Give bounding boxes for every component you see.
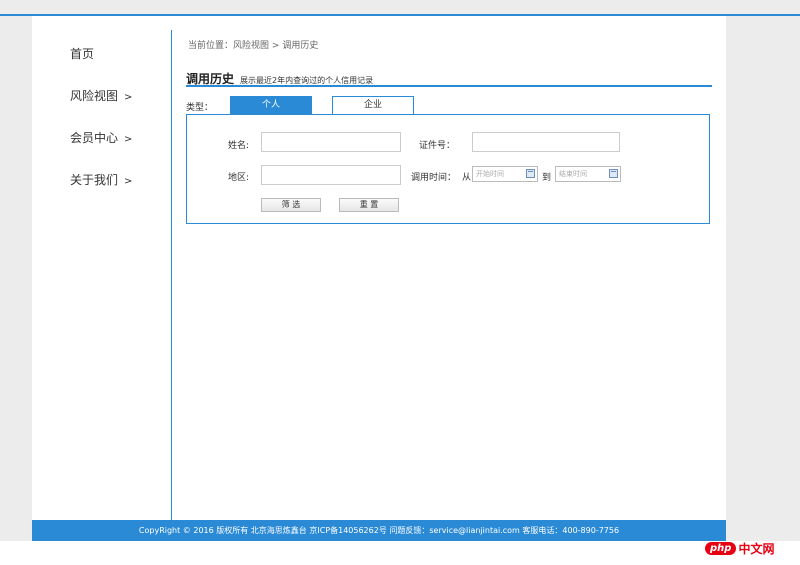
sidebar-item-label: 风险视图 <box>70 89 119 103</box>
sidebar-item-label: 首页 <box>70 47 95 61</box>
bottom-margin <box>0 541 800 565</box>
sidebar-divider <box>171 30 172 520</box>
id-number-label: 证件号： <box>419 141 456 151</box>
chevron-right-icon: > <box>124 92 133 103</box>
sidebar-item-home[interactable]: 首页 <box>70 45 94 62</box>
type-label: 类型： <box>186 103 214 113</box>
sidebar: 首页 风险视图 > 会员中心 > 关于我们 > <box>32 16 172 520</box>
sidebar-item-about-us[interactable]: 关于我们 > <box>70 171 132 188</box>
tab-personal[interactable]: 个人 <box>230 96 312 114</box>
chevron-right-icon: > <box>124 134 133 145</box>
breadcrumb-current: 调用历史 <box>282 41 319 51</box>
breadcrumb-separator: > <box>271 41 280 51</box>
sidebar-item-risk-view[interactable]: 风险视图 > <box>70 87 132 104</box>
footer: CopyRight © 2016 版权所有 北京海思炼鑫台 京ICP备14056… <box>32 520 726 541</box>
watermark-oval: php <box>705 542 737 555</box>
top-bar <box>0 0 800 14</box>
to-label: 到 <box>542 173 552 183</box>
sidebar-item-label: 会员中心 <box>70 131 119 145</box>
name-input[interactable] <box>261 132 401 152</box>
end-date-input[interactable]: 结束时间 <box>555 166 621 182</box>
call-time-label: 调用时间： <box>411 173 457 183</box>
filter-form: 姓名: 证件号： 地区: 调用时间： 从 开始时间 到 结束时间 筛 选 重 置 <box>186 114 710 224</box>
breadcrumb-prefix: 当前位置： <box>188 41 234 51</box>
sidebar-item-member-center[interactable]: 会员中心 > <box>70 129 132 146</box>
calendar-icon[interactable] <box>609 169 618 178</box>
watermark-text: 中文网 <box>738 542 775 556</box>
region-input[interactable] <box>261 165 401 185</box>
from-label: 从 <box>462 173 472 183</box>
end-date-placeholder: 结束时间 <box>559 170 587 178</box>
right-margin <box>726 16 800 565</box>
start-date-input[interactable]: 开始时间 <box>472 166 538 182</box>
breadcrumb: 当前位置：风险视图 > 调用历史 <box>188 38 318 51</box>
tab-enterprise[interactable]: 企业 <box>332 96 414 114</box>
name-label: 姓名: <box>228 141 250 151</box>
page-subtitle: 展示最近2年内查询过的个人信用记录 <box>240 76 374 85</box>
start-date-placeholder: 开始时间 <box>476 170 504 178</box>
sidebar-item-label: 关于我们 <box>70 173 119 187</box>
title-underline <box>186 85 712 87</box>
watermark-logo: php 中文网 <box>705 538 774 557</box>
filter-button[interactable]: 筛 选 <box>261 198 321 212</box>
region-label: 地区: <box>228 173 250 183</box>
breadcrumb-parent[interactable]: 风险视图 <box>233 41 269 51</box>
calendar-icon[interactable] <box>526 169 535 178</box>
chevron-right-icon: > <box>124 176 133 187</box>
page-container: 首页 风险视图 > 会员中心 > 关于我们 > 当前位置：风险视图 > 调用历史 调用… <box>32 16 726 520</box>
reset-button[interactable]: 重 置 <box>339 198 399 212</box>
page-title: 调用历史 <box>186 72 235 86</box>
id-number-input[interactable] <box>472 132 620 152</box>
